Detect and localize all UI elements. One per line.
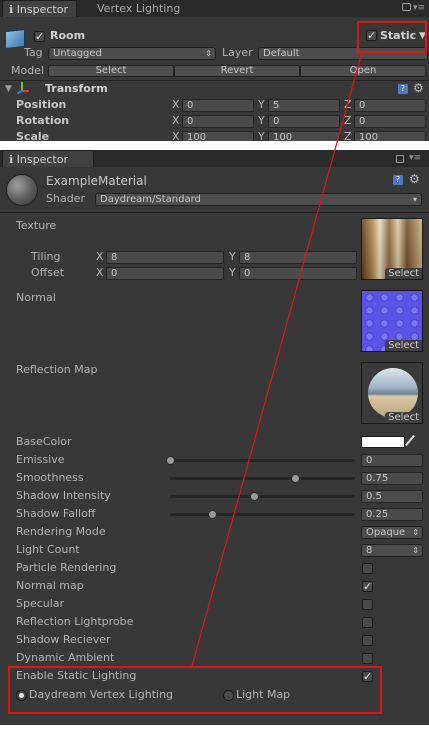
annotation-connector-line (191, 51, 363, 667)
